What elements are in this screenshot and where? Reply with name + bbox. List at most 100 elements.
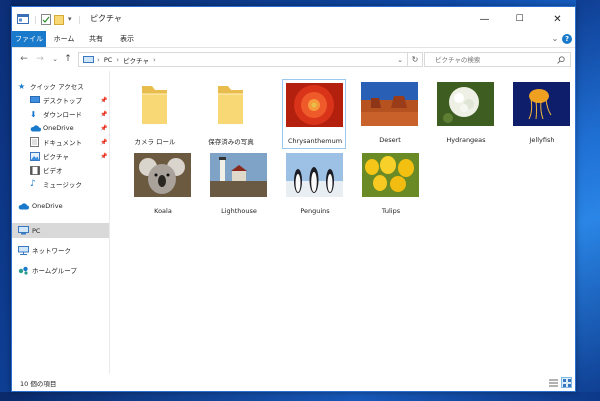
jellyfish-thumbnail: [513, 82, 570, 126]
nav-onedrive-label: OneDrive: [32, 202, 63, 210]
nav-homegroup[interactable]: ホームグループ: [18, 263, 77, 277]
desert-thumbnail: [361, 82, 418, 126]
address-row: ← → ⌄ ↑ › PC › ピクチャ › ⌄ ↻: [12, 48, 575, 71]
nav-item-music[interactable]: ♪ ミュージック: [30, 177, 110, 191]
nav-item-label: ピクチャ: [43, 153, 69, 161]
image-tile-chrysanthemum[interactable]: Chrysanthemum: [282, 79, 346, 149]
item-count: 10 個の項目: [20, 380, 57, 388]
back-button[interactable]: ←: [18, 53, 30, 65]
nav-item-label: デスクトップ: [43, 97, 82, 105]
nav-item-label: ダウンロード: [43, 111, 82, 119]
expand-ribbon-icon[interactable]: ⌄: [550, 31, 560, 47]
nav-quick-access[interactable]: ★ クイック アクセス: [18, 79, 84, 93]
pin-icon: 📌: [100, 96, 108, 104]
refresh-button[interactable]: ↻: [408, 52, 423, 67]
image-tile-jellyfish[interactable]: Jellyfish: [510, 79, 574, 149]
folder-tile-saved-pictures[interactable]: 保存済みの写真: [199, 79, 263, 149]
app-icon[interactable]: [17, 13, 29, 25]
image-tile-hydrangeas[interactable]: Hydrangeas: [434, 79, 498, 149]
pin-icon: 📌: [100, 138, 108, 146]
cloud-icon: [18, 202, 29, 209]
item-label: Koala: [154, 207, 172, 215]
up-button[interactable]: ↑: [62, 53, 74, 65]
nav-network-label: ネットワーク: [32, 247, 71, 255]
search-box: [424, 52, 571, 67]
new-folder-icon[interactable]: [54, 13, 65, 25]
nav-item-label: ミュージック: [43, 181, 82, 189]
forward-button[interactable]: →: [34, 53, 46, 65]
penguins-thumbnail: [286, 153, 343, 197]
item-label: Chrysanthemum: [287, 137, 343, 145]
nav-onedrive[interactable]: OneDrive: [18, 199, 63, 213]
item-label: Hydrangeas: [446, 136, 486, 144]
large-icons-view-icon[interactable]: [561, 377, 572, 388]
tab-share[interactable]: 共有: [84, 31, 108, 47]
desktop-background-right: [576, 0, 600, 401]
minimize-button[interactable]: —: [467, 7, 502, 31]
document-icon: [30, 137, 39, 147]
close-button[interactable]: ✕: [540, 7, 575, 31]
pictures-icon: [30, 151, 40, 161]
image-tile-lighthouse[interactable]: Lighthouse: [207, 150, 271, 220]
nav-item-documents[interactable]: ドキュメント 📌: [30, 135, 110, 149]
item-label: Penguins: [300, 207, 330, 215]
item-label: 保存済みの写真: [208, 138, 254, 146]
download-arrow-icon: ⬇: [30, 109, 37, 119]
breadcrumb-separator-2: ›: [116, 55, 120, 64]
desktop-background-bottom: [0, 392, 600, 401]
address-dropdown-icon[interactable]: ⌄: [397, 56, 403, 64]
tab-home[interactable]: ホーム: [50, 31, 78, 47]
pin-icon: 📌: [100, 152, 108, 160]
nav-item-desktop[interactable]: デスクトップ 📌: [30, 93, 110, 107]
nav-item-downloads[interactable]: ⬇ ダウンロード 📌: [30, 107, 110, 121]
folder-icon: [142, 86, 167, 124]
image-tile-penguins[interactable]: Penguins: [283, 150, 347, 220]
search-icon[interactable]: [557, 55, 565, 64]
breadcrumb-pictures[interactable]: ピクチャ: [123, 55, 149, 65]
title-separator-2: |: [78, 14, 81, 24]
item-label: Lighthouse: [221, 207, 257, 215]
nav-network[interactable]: ネットワーク: [18, 243, 71, 257]
nav-pc[interactable]: PC: [12, 223, 109, 238]
item-label: Desert: [379, 136, 401, 144]
video-icon: [30, 165, 40, 175]
breadcrumb-separator: ›: [97, 55, 100, 64]
search-input[interactable]: [425, 55, 545, 64]
nav-item-videos[interactable]: ビデオ: [30, 163, 110, 177]
nav-item-pictures[interactable]: ピクチャ 📌: [30, 149, 110, 163]
pc-icon: [18, 226, 29, 235]
address-bar[interactable]: › PC › ピクチャ › ⌄: [78, 52, 408, 67]
maximize-button[interactable]: ☐: [502, 7, 537, 31]
pin-icon: 📌: [100, 110, 108, 118]
help-icon[interactable]: ?: [562, 34, 572, 44]
image-tile-tulips[interactable]: Tulips: [359, 150, 423, 220]
desktop-icon: [30, 96, 40, 103]
nav-item-onedrive-quick[interactable]: OneDrive 📌: [30, 121, 110, 135]
image-tile-desert[interactable]: Desert: [358, 79, 422, 149]
homegroup-icon: [18, 266, 28, 275]
details-view-icon[interactable]: [548, 377, 559, 388]
nav-quick-access-label: クイック アクセス: [30, 83, 84, 91]
cloud-icon: [30, 124, 41, 131]
explorer-window: | ▾ | ピクチャ — ☐ ✕ ファイル ホーム 共有 表示 ⌄ ? ← → …: [11, 6, 576, 392]
tab-view[interactable]: 表示: [114, 31, 140, 47]
ribbon-tabs: ファイル ホーム 共有 表示 ⌄ ?: [12, 31, 575, 48]
item-label: Jellyfish: [529, 136, 555, 144]
nav-pc-label: PC: [32, 226, 41, 235]
folder-tile-camera-roll[interactable]: カメラ ロール: [123, 79, 187, 149]
nav-item-label: OneDrive: [43, 124, 74, 132]
window-title: ピクチャ: [90, 14, 122, 23]
properties-icon[interactable]: [41, 13, 51, 25]
pin-icon: 📌: [100, 124, 108, 132]
nav-homegroup-label: ホームグループ: [32, 267, 77, 275]
navigation-pane: ★ クイック アクセス デスクトップ 📌 ⬇ ダウンロード 📌 OneDrive…: [12, 71, 110, 374]
chrysanthemum-thumbnail: [286, 83, 343, 127]
image-tile-koala[interactable]: Koala: [131, 150, 195, 220]
customize-toolbar-icon[interactable]: ▾: [68, 13, 72, 25]
recent-locations-button[interactable]: ⌄: [49, 53, 61, 65]
tab-file[interactable]: ファイル: [12, 31, 46, 47]
title-separator: |: [34, 14, 37, 24]
breadcrumb-pc[interactable]: PC: [104, 56, 112, 64]
koala-thumbnail: [134, 153, 191, 197]
network-icon: [18, 245, 29, 255]
